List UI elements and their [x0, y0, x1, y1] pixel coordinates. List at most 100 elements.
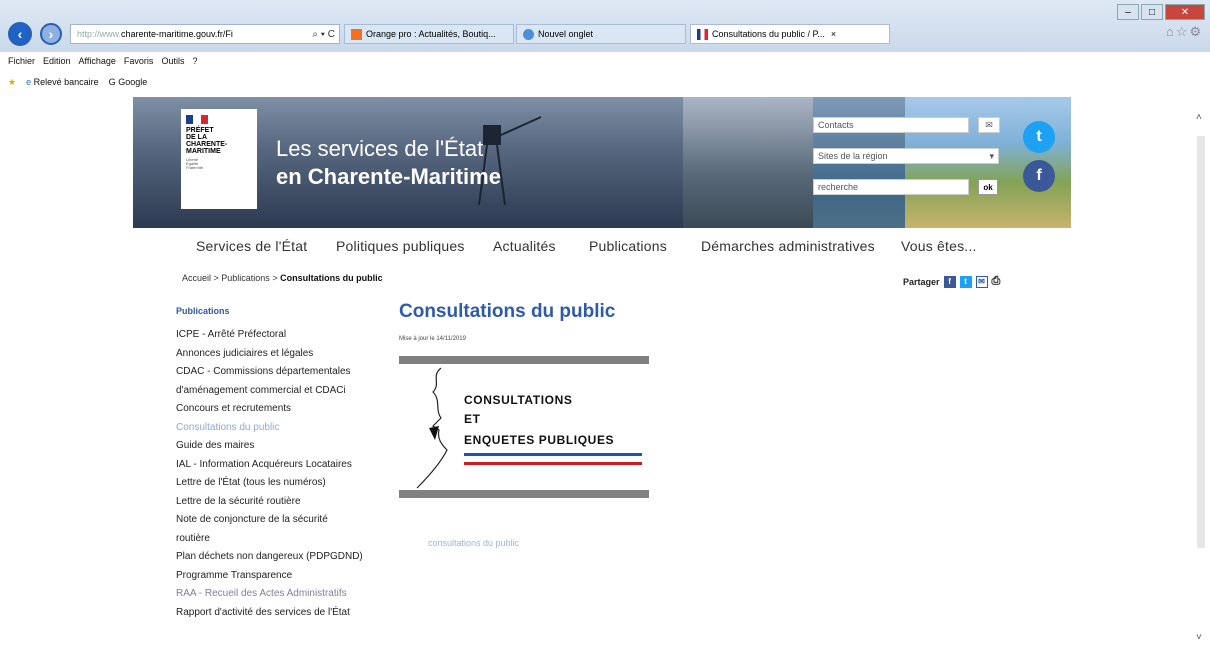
address-protocol: http://www.	[77, 29, 122, 39]
tab-consultations[interactable]: Consultations du public / P... ×	[690, 24, 890, 44]
nav-item-publications[interactable]: Publications	[589, 238, 667, 254]
consultations-link[interactable]: consultations du public	[428, 538, 519, 548]
facebook-icon[interactable]: f	[1023, 160, 1055, 192]
sidebar-item[interactable]: d'aménagement commercial et CDACi	[176, 382, 391, 401]
address-controls[interactable]: ⌕ ▾ C	[312, 29, 339, 40]
minimize-icon[interactable]: –	[1117, 4, 1139, 20]
sidebar-item[interactable]: Plan déchets non dangereux (PDPGDND)	[176, 548, 391, 567]
sidebar-item[interactable]: ICPE - Arrêté Préfectoral	[176, 326, 391, 345]
address-bar[interactable]: http://www. charente-maritime.gouv.fr /F…	[70, 24, 340, 44]
sidebar-item[interactable]: Note de conjoncture de la sécurité	[176, 511, 391, 530]
site-title: Les services de l'État en Charente-Marit…	[276, 135, 501, 191]
scroll-up-icon[interactable]: ˄	[1196, 112, 1202, 123]
favorite-item[interactable]: e Relevé bancaire	[26, 77, 99, 87]
search-placeholder: recherche	[818, 182, 859, 192]
face-profile-icon	[416, 367, 448, 489]
forward-arrow-icon[interactable]: ›	[40, 23, 62, 45]
divider	[399, 356, 649, 364]
image-line-1: CONSULTATIONS	[464, 393, 573, 407]
breadcrumb: Accueil > Publications > Consultations d…	[182, 273, 383, 283]
page-scrollbar[interactable]: ˄ ˅	[1194, 112, 1208, 647]
nav-item-politiques[interactable]: Politiques publiques	[336, 238, 465, 254]
breadcrumb-current: Consultations du public	[280, 273, 383, 283]
menu-item[interactable]: Outils	[161, 56, 184, 66]
scroll-thumb[interactable]	[1197, 136, 1205, 548]
sidebar-item[interactable]: Guide des maires	[176, 437, 391, 456]
menu-item[interactable]: Edition	[43, 56, 71, 66]
share-facebook-icon[interactable]: f	[943, 275, 956, 288]
menu-item[interactable]: ?	[192, 56, 197, 66]
menu-bar: Fichier Edition Affichage Favoris Outils…	[0, 52, 1210, 70]
favorite-label: Relevé bancaire	[33, 77, 99, 87]
google-icon: G	[108, 77, 116, 87]
share-mail-icon[interactable]: ✉	[975, 275, 988, 288]
page-title: Consultations du public	[399, 301, 616, 322]
menu-item[interactable]: Affichage	[79, 56, 116, 66]
mail-icon[interactable]: ✉	[978, 117, 1000, 133]
image-line-2: ET	[464, 412, 481, 426]
blue-stripe	[464, 453, 642, 456]
favorites-bar: ★ e Relevé bancaire G Google	[0, 72, 1210, 92]
print-icon[interactable]: ⎙	[992, 275, 1001, 288]
favorite-label: Google	[118, 77, 148, 87]
tab-orange[interactable]: Orange pro : Actualités, Boutiq...	[344, 24, 514, 44]
share-label: Partager	[903, 276, 940, 287]
ie-icon: e	[26, 77, 32, 87]
tab-new[interactable]: Nouvel onglet	[516, 24, 686, 44]
browser-titlebar: ‹ › http://www. charente-maritime.gouv.f…	[0, 0, 1210, 52]
banner-photo-towers	[683, 97, 813, 228]
address-host: charente-maritime.gouv.fr	[121, 29, 223, 39]
menu-item[interactable]: Fichier	[8, 56, 35, 66]
home-star-gear-icons[interactable]: ⌂☆⚙	[1166, 24, 1203, 40]
sidebar-item[interactable]: CDAC - Commissions départementales	[176, 363, 391, 382]
scroll-down-icon[interactable]: ˅	[1196, 632, 1202, 643]
favorites-star-icon[interactable]: ★	[8, 77, 16, 88]
nav-item-vous-etes[interactable]: Vous êtes...	[901, 238, 977, 254]
tab-close-icon[interactable]: ×	[831, 29, 836, 39]
maximize-icon[interactable]: □	[1141, 4, 1163, 20]
nav-item-demarches[interactable]: Démarches administratives	[701, 238, 875, 254]
contacts-label: Contacts	[818, 120, 854, 130]
flag-icon	[697, 28, 708, 40]
close-window-icon[interactable]: ✕	[1165, 4, 1205, 20]
sidebar-item[interactable]: routière	[176, 530, 391, 549]
address-suffix: /Fi	[222, 29, 233, 39]
sidebar-item[interactable]: Concours et recrutements	[176, 400, 391, 419]
site-banner: PRÉFET DE LA CHARENTE- MARITIME Liberté …	[133, 97, 1071, 228]
breadcrumb-home[interactable]: Accueil	[182, 273, 211, 283]
nav-item-services[interactable]: Services de l'État	[196, 238, 307, 254]
sidebar-item[interactable]: IAL - Information Acquéreurs Locataires	[176, 456, 391, 475]
sidebar-publications: Publications ICPE - Arrêté Préfectoral A…	[176, 306, 391, 622]
region-select[interactable]: Sites de la région ▾	[813, 148, 999, 164]
tab-label: Orange pro : Actualités, Boutiq...	[366, 29, 496, 39]
breadcrumb-section[interactable]: Publications	[221, 273, 270, 283]
site-title-line1: Les services de l'État	[276, 136, 484, 161]
red-stripe	[464, 462, 642, 465]
region-select-label: Sites de la région	[818, 151, 888, 161]
menu-item[interactable]: Favoris	[124, 56, 154, 66]
share-twitter-icon[interactable]: t	[959, 275, 972, 288]
share-bar: Partager f t ✉ ⎙	[903, 275, 1000, 288]
prefet-logo[interactable]: PRÉFET DE LA CHARENTE- MARITIME Liberté …	[181, 109, 257, 209]
sidebar-item-active[interactable]: Consultations du public	[176, 419, 391, 438]
back-arrow-icon[interactable]: ‹	[8, 22, 32, 46]
sidebar-item[interactable]: Annonces judiciaires et légales	[176, 345, 391, 364]
search-input[interactable]: recherche	[813, 179, 969, 195]
favorite-item[interactable]: G Google	[109, 77, 148, 87]
sidebar-item[interactable]: Programme Transparence	[176, 567, 391, 586]
logo-motto: Liberté Égalité Fraternité	[186, 157, 204, 170]
updated-date: Mise à jour le 14/11/2019	[399, 336, 466, 342]
search-ok-button[interactable]: ok	[978, 179, 998, 195]
site-title-line2: en Charente-Maritime	[276, 164, 501, 189]
contacts-field[interactable]: Contacts	[813, 117, 969, 133]
breadcrumb-sep: >	[269, 273, 281, 283]
twitter-icon[interactable]: t	[1023, 121, 1055, 153]
sidebar-item[interactable]: Rapport d'activité des services de l'Éta…	[176, 604, 391, 623]
ie-icon	[523, 28, 534, 40]
breadcrumb-sep: >	[211, 273, 222, 283]
nav-item-actualites[interactable]: Actualités	[493, 238, 556, 254]
sidebar-item[interactable]: RAA - Recueil des Actes Administratifs	[176, 585, 391, 604]
sidebar-item[interactable]: Lettre de la sécurité routière	[176, 493, 391, 512]
image-line-3: ENQUETES PUBLIQUES	[464, 433, 615, 447]
sidebar-item[interactable]: Lettre de l'État (tous les numéros)	[176, 474, 391, 493]
